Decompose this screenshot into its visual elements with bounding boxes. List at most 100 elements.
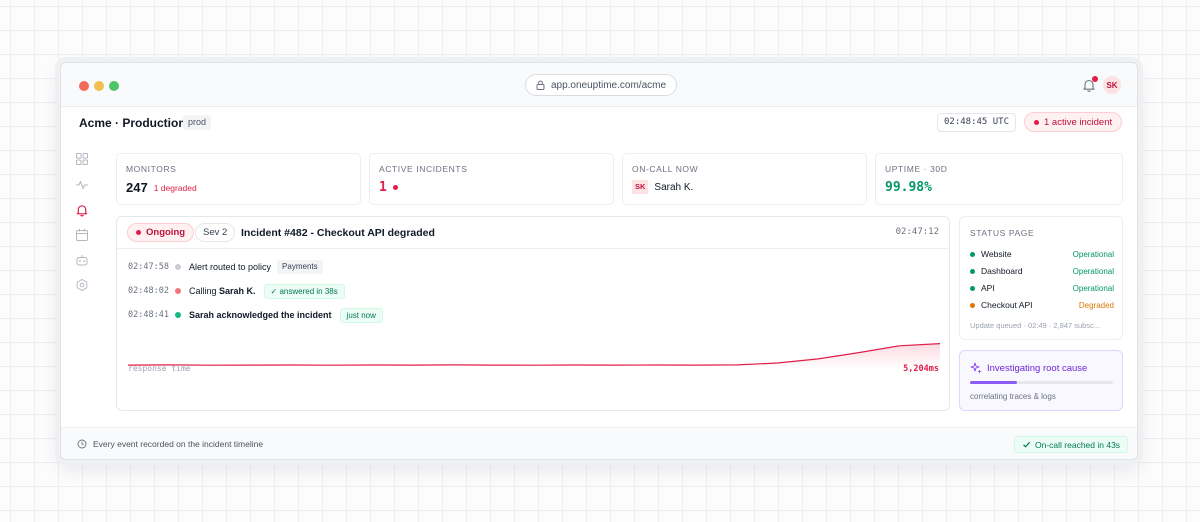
incident-header: Ongoing Sev 2 Incident #482 - Checkout A… bbox=[117, 217, 949, 249]
notification-dot bbox=[1092, 76, 1098, 82]
ai-subtitle: correlating traces & logs bbox=[970, 392, 1056, 401]
timeline-row: 02:47:58 Alert routed to policy Payments bbox=[128, 259, 323, 275]
close-window-button[interactable] bbox=[79, 81, 89, 91]
status-item-api[interactable]: API Operational bbox=[970, 282, 1114, 294]
just-now-tag: just now bbox=[339, 307, 383, 323]
status-dot bbox=[970, 302, 975, 308]
timeline-time: 02:48:02 bbox=[128, 286, 169, 296]
service-status: Operational bbox=[1072, 249, 1114, 259]
status-item-website[interactable]: Website Operational bbox=[970, 248, 1114, 260]
check-icon bbox=[1023, 441, 1031, 448]
footer-note: Every event recorded on the incident tim… bbox=[77, 439, 263, 449]
footer-note-text: Every event recorded on the incident tim… bbox=[93, 439, 264, 449]
on-call-card[interactable]: ON-CALL NOW SK Sarah K. bbox=[622, 153, 867, 205]
service-name: Website bbox=[981, 249, 1012, 259]
status-update-note: Update queued · 02:49 · 2,847 subsc... bbox=[970, 321, 1101, 330]
timeline-dot bbox=[175, 288, 181, 294]
timeline-time: 02:48:41 bbox=[128, 310, 169, 320]
footer-bar: Every event recorded on the incident tim… bbox=[61, 427, 1137, 459]
user-avatar[interactable]: SK bbox=[1103, 76, 1121, 94]
incident-status: Ongoing bbox=[146, 227, 186, 238]
on-call-reached-badge: On-call reached in 43s bbox=[1014, 436, 1129, 453]
severity-badge[interactable]: Sev 2 bbox=[195, 223, 236, 242]
env-badge: prod bbox=[183, 115, 212, 130]
timeline-person: Sarah K. bbox=[219, 286, 256, 296]
uptime-value: 99.98% bbox=[885, 180, 932, 195]
incident-title[interactable]: Incident #482 - Checkout API degraded bbox=[241, 227, 435, 239]
answered-tag: ✓ answered in 38s bbox=[263, 283, 345, 299]
active-incidents-card[interactable]: ACTIVE INCIDENTS 1 bbox=[369, 153, 614, 205]
utc-clock: 02:48:45 UTC bbox=[937, 113, 1017, 132]
uptime-card[interactable]: UPTIME · 30D 99.98% bbox=[875, 153, 1123, 205]
monitors-label: MONITORS bbox=[126, 164, 177, 174]
timeline-row: 02:48:02 Calling Sarah K. ✓ answered in … bbox=[128, 283, 345, 299]
active-incidents-value-row: 1 bbox=[379, 180, 398, 195]
policy-tag[interactable]: Payments bbox=[277, 260, 323, 274]
active-incidents-count: 1 bbox=[379, 180, 387, 195]
status-item-dashboard[interactable]: Dashboard Operational bbox=[970, 265, 1114, 277]
on-call-avatar: SK bbox=[632, 180, 649, 194]
service-name: Checkout API bbox=[981, 300, 1033, 310]
status-dot bbox=[970, 268, 975, 274]
org-name[interactable]: Acme · Production bbox=[79, 116, 186, 130]
status-page-title: STATUS PAGE bbox=[970, 228, 1035, 238]
status-item-checkout-api[interactable]: Checkout API Degraded bbox=[970, 299, 1114, 311]
active-incident-label: 1 active incident bbox=[1044, 116, 1113, 128]
browser-titlebar: app.oneuptime.com/acme SK bbox=[61, 63, 1137, 107]
lock-icon bbox=[536, 80, 545, 90]
timeline-text: Alert routed to policy bbox=[189, 262, 272, 272]
service-status: Operational bbox=[1072, 266, 1114, 276]
service-name: API bbox=[981, 283, 995, 293]
response-time-chart bbox=[128, 343, 940, 369]
grid-icon[interactable] bbox=[75, 152, 89, 166]
service-status: Degraded bbox=[1078, 300, 1114, 310]
calendar-icon[interactable] bbox=[75, 228, 89, 242]
ai-investigation-card[interactable]: Investigating root cause correlating tra… bbox=[959, 350, 1123, 411]
timeline-text-prefix: Calling bbox=[189, 286, 217, 296]
settings-icon[interactable] bbox=[75, 278, 89, 292]
on-call-value-row: SK Sarah K. bbox=[632, 180, 693, 194]
incident-panel: Ongoing Sev 2 Incident #482 - Checkout A… bbox=[116, 216, 950, 411]
bell-icon[interactable] bbox=[75, 203, 89, 217]
monitors-value-row: 247 1 degraded bbox=[126, 180, 197, 195]
clock-icon bbox=[77, 439, 87, 449]
monitors-card[interactable]: MONITORS 247 1 degraded bbox=[116, 153, 361, 205]
timeline-text: Calling Sarah K. bbox=[189, 286, 256, 296]
app-window: app.oneuptime.com/acme SK Acme · Product… bbox=[60, 62, 1138, 460]
sidebar bbox=[61, 139, 107, 427]
address-bar[interactable]: app.oneuptime.com/acme bbox=[525, 74, 677, 96]
service-name: Dashboard bbox=[981, 266, 1023, 276]
uptime-value-row: 99.98% bbox=[885, 180, 932, 195]
status-dot bbox=[970, 285, 975, 291]
ai-progress-fill bbox=[970, 381, 1018, 384]
incident-status-badge[interactable]: Ongoing bbox=[127, 223, 195, 242]
status-page-card[interactable]: STATUS PAGE Website Operational Dashboar… bbox=[959, 216, 1123, 340]
activity-icon[interactable] bbox=[75, 178, 89, 192]
timeline-row: 02:48:41 Sarah acknowledged the incident… bbox=[128, 307, 383, 323]
service-status: Operational bbox=[1072, 283, 1114, 293]
on-call-name: Sarah K. bbox=[654, 181, 694, 193]
active-incident-pill[interactable]: 1 active incident bbox=[1024, 112, 1123, 132]
timeline-time: 02:47:58 bbox=[128, 262, 169, 272]
maximize-window-button[interactable] bbox=[109, 81, 119, 91]
bot-icon[interactable] bbox=[75, 253, 89, 267]
active-incidents-label: ACTIVE INCIDENTS bbox=[379, 164, 468, 174]
incident-started-time: 02:47:12 bbox=[895, 227, 939, 237]
uptime-label: UPTIME · 30D bbox=[885, 164, 948, 174]
ai-progress-track bbox=[970, 381, 1113, 384]
app-header: Acme · Production prod 02:48:45 UTC 1 ac… bbox=[61, 107, 1137, 139]
ai-title-row: Investigating root cause bbox=[970, 362, 1087, 374]
minimize-window-button[interactable] bbox=[94, 81, 104, 91]
timeline-text: Sarah acknowledged the incident bbox=[189, 310, 332, 320]
ai-title: Investigating root cause bbox=[987, 362, 1088, 374]
timeline-dot bbox=[175, 264, 181, 270]
sparkle-icon bbox=[970, 362, 982, 374]
monitors-count: 247 bbox=[126, 180, 148, 195]
status-dot bbox=[970, 251, 975, 257]
chart-label: response time bbox=[128, 364, 191, 373]
status-dot bbox=[136, 230, 141, 235]
active-incidents-dot bbox=[392, 185, 398, 190]
chart-current-value: 5,204ms bbox=[903, 364, 939, 374]
on-call-label: ON-CALL NOW bbox=[632, 164, 699, 174]
incident-dot bbox=[1034, 119, 1039, 125]
